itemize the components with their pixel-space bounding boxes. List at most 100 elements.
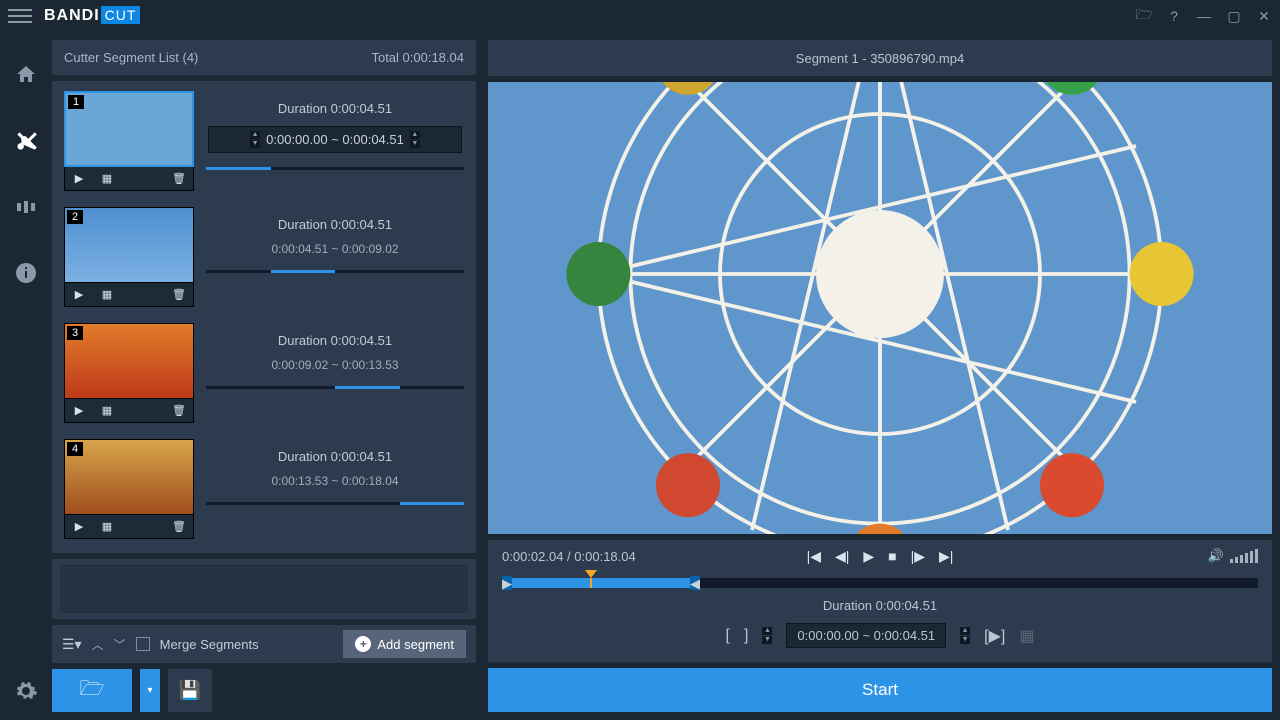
seg-start-down[interactable]: ▼ xyxy=(250,140,260,148)
menu-icon[interactable] xyxy=(8,4,32,28)
segment-delete-icon[interactable]: 🗑 xyxy=(165,172,193,185)
segment-thumbnail[interactable]: 4 xyxy=(64,439,194,515)
playback-controls: 0:00:02.04 / 0:00:18.04 |◀ ◀| ▶ ■ |▶ ▶| … xyxy=(488,540,1272,662)
segment-thumbnail[interactable]: 3 xyxy=(64,323,194,399)
segment-row[interactable]: 2 ▶ ▦ 🗑 Duration 0:00:04.51 0:00:04.51 ~… xyxy=(60,203,468,315)
segment-range: 0:00:04.51 ~ 0:00:09.02 xyxy=(206,242,464,256)
seg-end-up[interactable]: ▲ xyxy=(410,131,420,139)
start-button[interactable]: Start xyxy=(488,668,1272,712)
step-back-button[interactable]: ◀| xyxy=(835,548,849,565)
seg-end-down[interactable]: ▼ xyxy=(410,140,420,148)
segment-number: 2 xyxy=(67,210,83,224)
mark-in-button[interactable]: [ xyxy=(726,627,730,645)
preview-header: Segment 1 - 350896790.mp4 xyxy=(488,40,1272,76)
segment-range: 0:00:00.00 ~ 0:00:04.51 xyxy=(266,132,404,147)
segment-row[interactable]: 1 ▶ ▦ 🗑 Duration 0:00:04.51 ▲▼0:00:00.00… xyxy=(60,87,468,199)
timeline-selection xyxy=(502,578,692,588)
segment-delete-icon[interactable]: 🗑 xyxy=(165,288,193,301)
segment-delete-icon[interactable]: 🗑 xyxy=(165,520,193,533)
range-start-up[interactable]: ▲ xyxy=(762,627,772,635)
segment-grid-icon[interactable]: ▦ xyxy=(93,172,121,185)
segment-range: 0:00:09.02 ~ 0:00:13.53 xyxy=(206,358,464,372)
move-up-icon[interactable]: ︿ xyxy=(92,636,104,653)
playback-time: 0:00:02.04 / 0:00:18.04 xyxy=(502,549,636,564)
segment-play-icon[interactable]: ▶ xyxy=(65,172,93,185)
segment-duration: Duration 0:00:04.51 xyxy=(206,101,464,116)
segment-thumbnail[interactable]: 1 xyxy=(64,91,194,167)
rail-cut[interactable] xyxy=(13,128,39,154)
segment-grid-icon[interactable]: ▦ xyxy=(93,404,121,417)
next-segment-button[interactable]: ▶| xyxy=(939,548,953,565)
segment-progress xyxy=(206,386,464,389)
segment-duration: Duration 0:00:04.51 xyxy=(206,333,464,348)
brand-b: CUT xyxy=(101,6,141,24)
segment-play-icon[interactable]: ▶ xyxy=(65,288,93,301)
save-button[interactable]: 💾 xyxy=(168,669,212,712)
timeline[interactable]: ▶ ◀ xyxy=(502,578,1258,588)
range-start-down[interactable]: ▼ xyxy=(762,636,772,644)
step-fwd-button[interactable]: |▶ xyxy=(911,548,925,565)
video-preview[interactable] xyxy=(488,82,1272,534)
segment-number: 3 xyxy=(67,326,83,340)
volume-slider[interactable] xyxy=(1230,549,1258,563)
merge-checkbox[interactable] xyxy=(136,637,150,651)
segment-progress xyxy=(206,502,464,505)
open-file-dropdown[interactable]: ▾ xyxy=(140,669,160,712)
right-panel: Segment 1 - 350896790.mp4 0:00:02. xyxy=(482,32,1280,720)
segment-thumbnail[interactable]: 2 xyxy=(64,207,194,283)
play-button[interactable]: ▶ xyxy=(863,548,874,565)
preview-title: Segment 1 - 350896790.mp4 xyxy=(796,51,964,66)
move-down-icon[interactable]: ﹀ xyxy=(114,636,126,653)
segment-row[interactable]: 3 ▶ ▦ 🗑 Duration 0:00:04.51 0:00:09.02 ~… xyxy=(60,319,468,431)
side-rail xyxy=(0,32,52,720)
plus-icon: + xyxy=(355,636,371,652)
snapshot-button[interactable]: ▦ xyxy=(1019,626,1034,646)
segment-number: 4 xyxy=(67,442,83,456)
seg-start-up[interactable]: ▲ xyxy=(250,131,260,139)
segment-play-icon[interactable]: ▶ xyxy=(65,404,93,417)
close-icon[interactable]: ✕ xyxy=(1256,8,1272,24)
play-selection-button[interactable]: [▶] xyxy=(984,626,1005,646)
timeline-handle-end[interactable]: ◀ xyxy=(690,576,700,590)
segment-delete-icon[interactable]: 🗑 xyxy=(165,404,193,417)
left-panel: Cutter Segment List (4) Total 0:00:18.04… xyxy=(52,32,482,720)
prev-segment-button[interactable]: |◀ xyxy=(807,548,821,565)
selection-duration: Duration 0:00:04.51 xyxy=(823,598,937,613)
open-file-button[interactable]: 🗁 xyxy=(52,669,132,712)
range-end-down[interactable]: ▼ xyxy=(960,636,970,644)
add-segment-label: Add segment xyxy=(377,637,454,652)
segment-list-header: Cutter Segment List (4) Total 0:00:18.04 xyxy=(52,40,476,75)
empty-segment-slot[interactable] xyxy=(60,565,468,613)
list-menu-icon[interactable]: ☰▾ xyxy=(62,636,82,653)
open-folder-icon[interactable]: 🗁 xyxy=(1136,8,1152,24)
stop-button[interactable]: ■ xyxy=(888,548,896,565)
segment-list: 1 ▶ ▦ 🗑 Duration 0:00:04.51 ▲▼0:00:00.00… xyxy=(52,81,476,553)
segment-progress xyxy=(206,270,464,273)
timeline-handle-start[interactable]: ▶ xyxy=(502,576,512,590)
minimize-icon[interactable]: — xyxy=(1196,8,1212,24)
rail-join[interactable] xyxy=(13,194,39,220)
segment-progress xyxy=(206,167,464,170)
rail-info[interactable] xyxy=(13,260,39,286)
range-end-up[interactable]: ▲ xyxy=(960,627,970,635)
merge-label: Merge Segments xyxy=(160,637,259,652)
segment-grid-icon[interactable]: ▦ xyxy=(93,288,121,301)
help-icon[interactable]: ? xyxy=(1166,8,1182,24)
segment-play-icon[interactable]: ▶ xyxy=(65,520,93,533)
segment-list-title: Cutter Segment List (4) xyxy=(64,50,198,65)
start-label: Start xyxy=(862,680,898,700)
maximize-icon[interactable]: ▢ xyxy=(1226,8,1242,24)
segment-duration: Duration 0:00:04.51 xyxy=(206,217,464,232)
volume-icon[interactable]: 🔊 xyxy=(1208,548,1224,564)
segment-grid-icon[interactable]: ▦ xyxy=(93,520,121,533)
timeline-playhead[interactable] xyxy=(590,578,592,588)
rail-home[interactable] xyxy=(13,62,39,88)
file-bar: 🗁 ▾ 💾 xyxy=(52,669,476,712)
segment-duration: Duration 0:00:04.51 xyxy=(206,449,464,464)
add-segment-button[interactable]: + Add segment xyxy=(343,630,466,658)
rail-settings[interactable] xyxy=(13,678,39,704)
segment-row[interactable]: 4 ▶ ▦ 🗑 Duration 0:00:04.51 0:00:13.53 ~… xyxy=(60,435,468,547)
mark-out-button[interactable]: ] xyxy=(744,627,748,645)
titlebar: BANDICUT 🗁 ? — ▢ ✕ xyxy=(0,0,1280,32)
app-brand: BANDICUT xyxy=(44,7,140,25)
